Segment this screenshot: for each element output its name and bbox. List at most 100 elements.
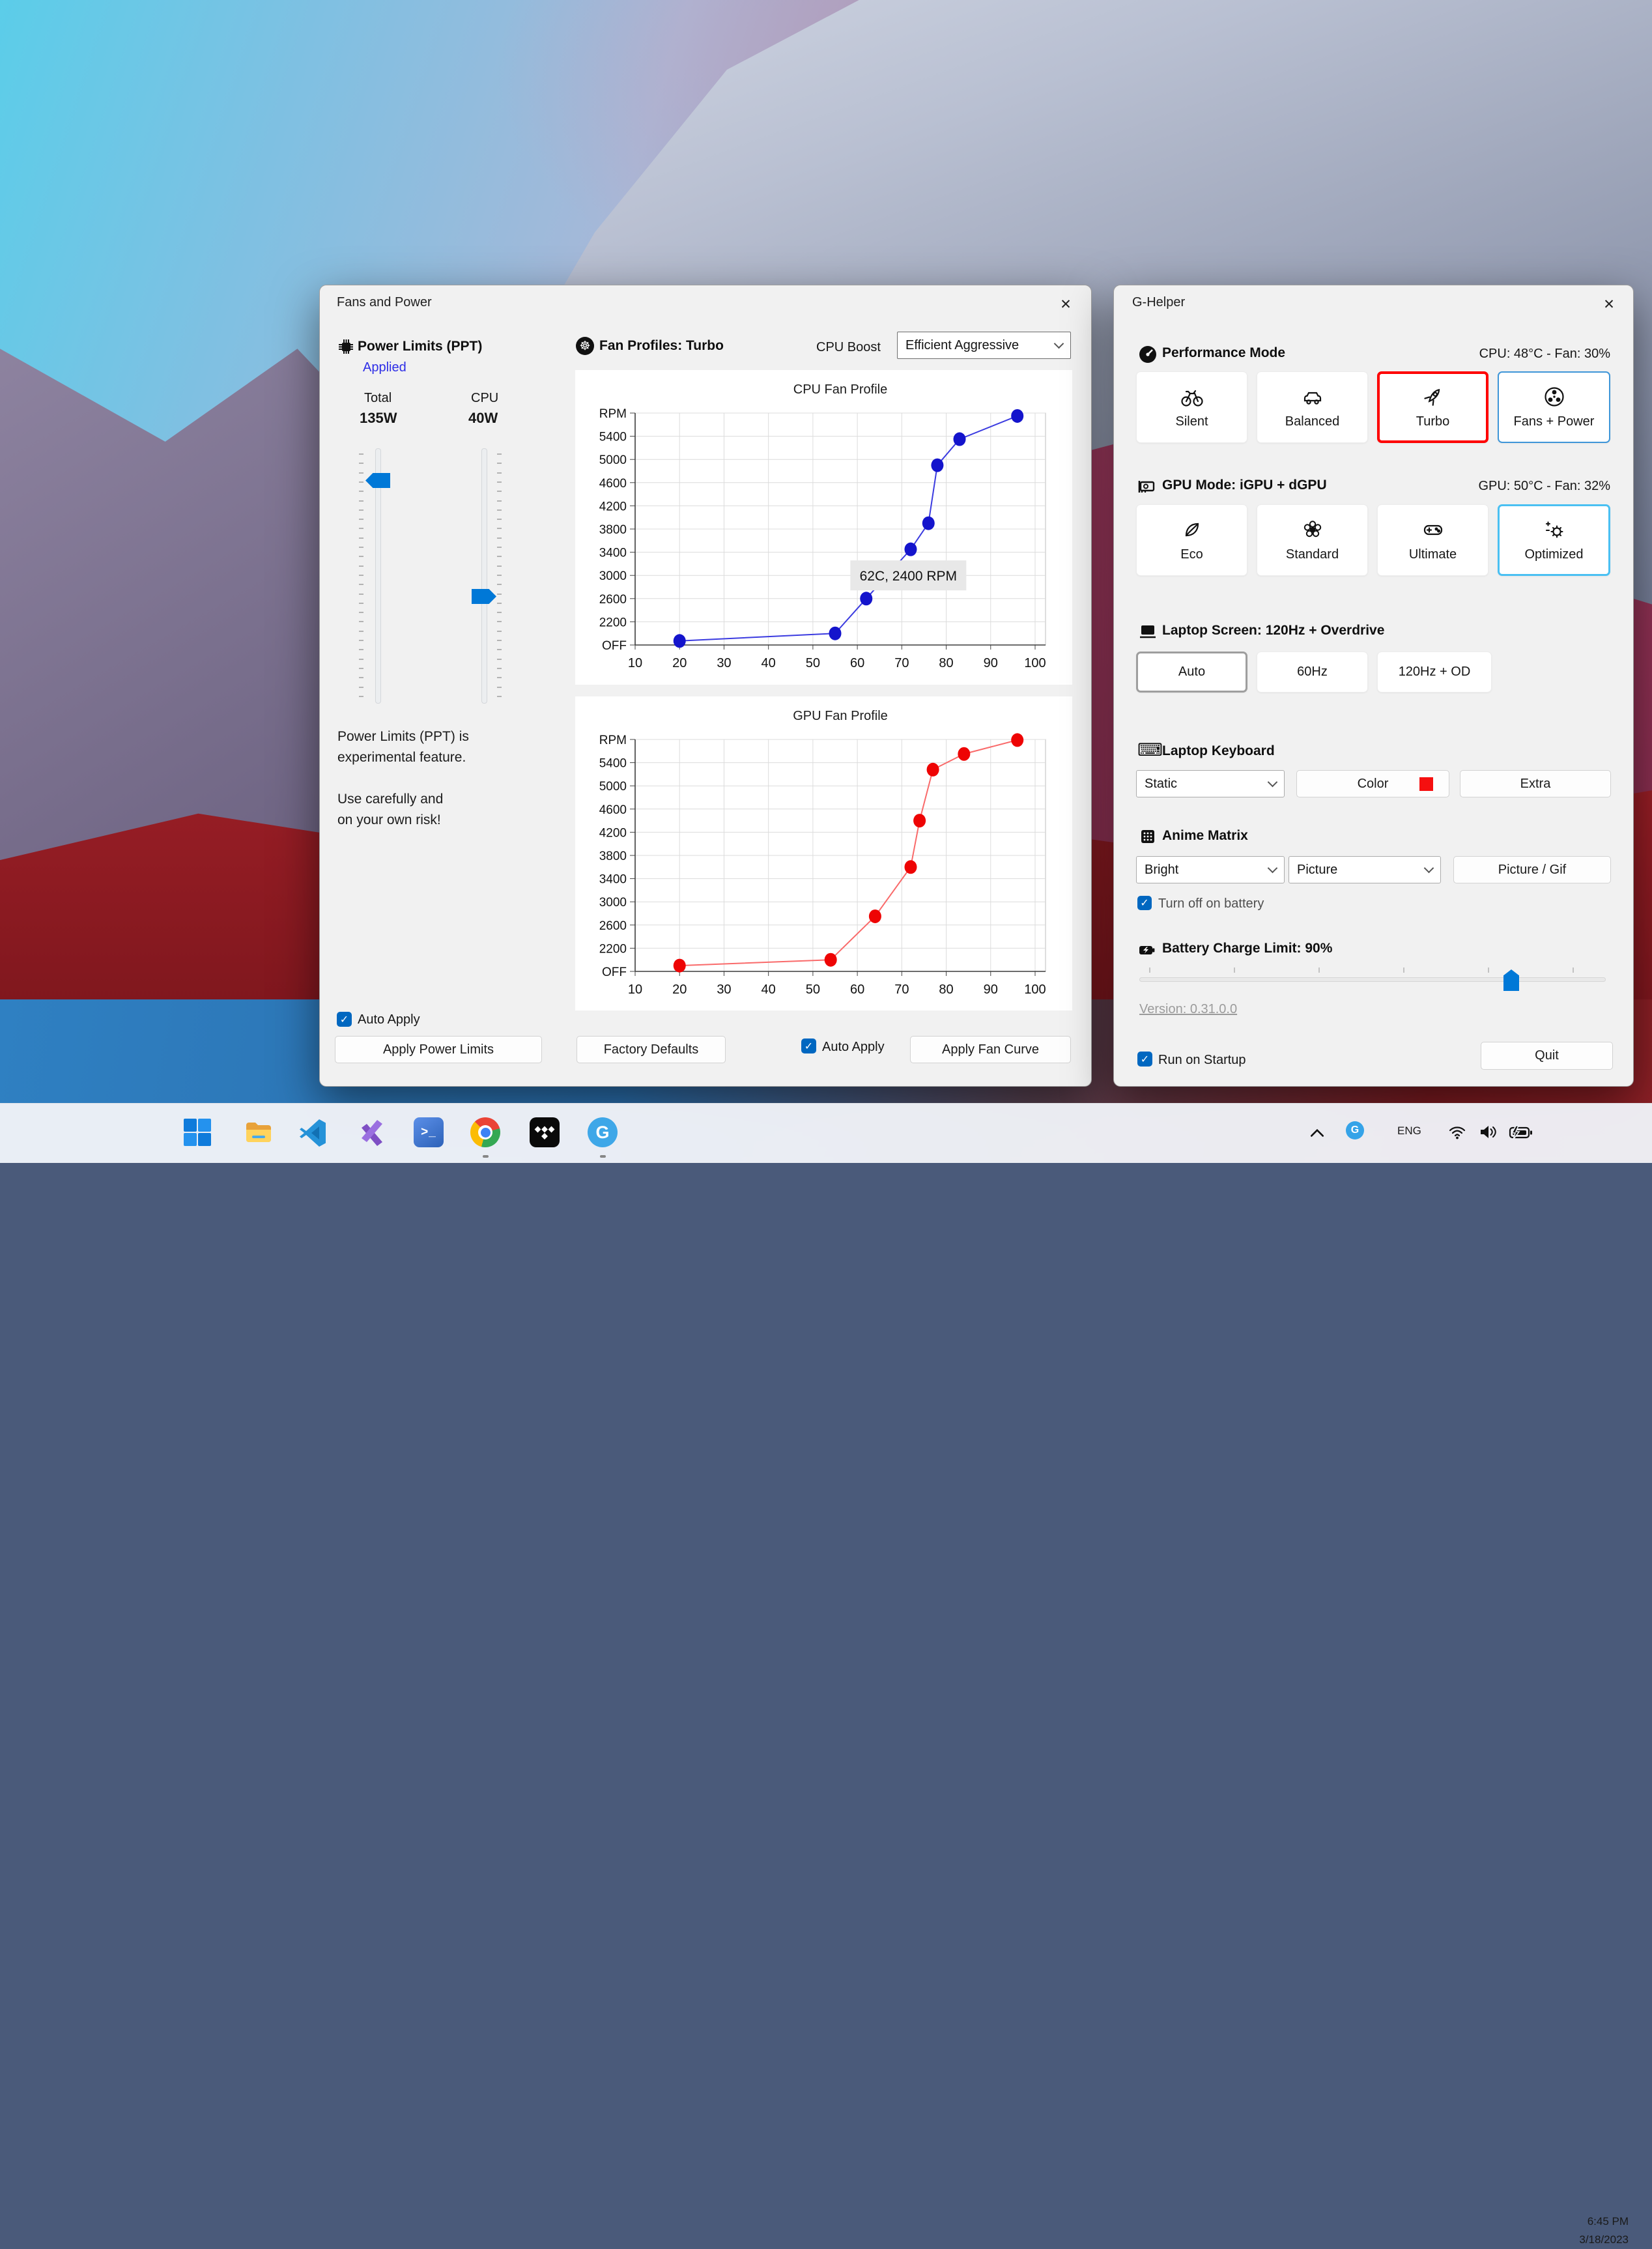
screen-auto-button[interactable]: Auto: [1136, 652, 1247, 693]
svg-text:62C, 2400 RPM: 62C, 2400 RPM: [860, 569, 957, 584]
svg-text:OFF: OFF: [602, 639, 627, 653]
screen-120hz-od-button[interactable]: 120Hz + OD: [1377, 652, 1492, 693]
version-link[interactable]: Version: 0.31.0.0: [1139, 1002, 1237, 1017]
perf-mode-turbo-button[interactable]: Turbo: [1377, 371, 1488, 443]
cpu-fan-chart[interactable]: 10 20 30 40 50 60 70 80 90 100 OFF 2200 2600 3000 3400…: [575, 370, 1072, 685]
anime-brightness-select[interactable]: Bright: [1136, 856, 1285, 883]
gpu-mode-eco-button[interactable]: Eco: [1136, 504, 1247, 576]
svg-text:5400: 5400: [599, 431, 627, 444]
window-title: G-Helper: [1132, 295, 1186, 309]
tray-chevron-up-icon[interactable]: [1309, 1127, 1325, 1138]
turn-off-on-battery-checkbox[interactable]: ✓: [1137, 896, 1152, 910]
total-label: Total: [364, 391, 392, 405]
start-button-icon[interactable]: [182, 1117, 212, 1147]
gpu-fan-chart[interactable]: 10 20 30 40 50 60 70 80 90 100 OFF 2200 2600 3000 3400…: [575, 696, 1072, 1010]
perf-mode-silent-button[interactable]: Silent: [1136, 371, 1247, 443]
ghelper-tray-icon[interactable]: G: [1346, 1121, 1364, 1139]
slider-tick: [497, 621, 502, 623]
quit-button[interactable]: Quit: [1481, 1042, 1613, 1070]
perf-mode-fans-power-button[interactable]: Fans + Power: [1498, 371, 1610, 443]
slider-tick: [497, 649, 502, 651]
battery-charging-icon[interactable]: [1509, 1125, 1533, 1141]
close-icon[interactable]: ✕: [1598, 293, 1620, 315]
svg-text:10: 10: [628, 656, 642, 670]
gpu-mode-header: GPU Mode: iGPU + dGPU: [1162, 478, 1327, 493]
laptop-screen-header: Laptop Screen: 120Hz + Overdrive: [1162, 623, 1385, 638]
total-slider-thumb[interactable]: [365, 473, 390, 488]
power-limits-status: Applied: [363, 360, 406, 375]
cpu-slider-track[interactable]: [481, 448, 487, 704]
svg-text:40: 40: [762, 656, 776, 670]
svg-text:100: 100: [1024, 656, 1046, 670]
slider-tick: [497, 695, 502, 697]
tidal-icon[interactable]: [530, 1117, 560, 1147]
run-on-startup-checkbox[interactable]: ✓: [1137, 1052, 1152, 1067]
keyboard-mode-select[interactable]: Static: [1136, 770, 1285, 797]
anime-mode-select[interactable]: Picture: [1289, 856, 1441, 883]
ghelper-icon[interactable]: G: [588, 1117, 618, 1147]
vscode-icon[interactable]: [298, 1117, 328, 1147]
volume-icon[interactable]: [1479, 1123, 1497, 1140]
leaf-icon: [1185, 523, 1199, 537]
apply-fan-curve-button[interactable]: Apply Fan Curve: [910, 1036, 1071, 1063]
tray-clock[interactable]: 6:45 PM 3/18/2023: [1537, 2213, 1629, 2249]
auto-apply-fan-checkbox[interactable]: ✓: [801, 1039, 816, 1053]
ppt-note-line2: experimental feature.: [337, 750, 466, 765]
wifi-icon[interactable]: [1447, 1123, 1467, 1140]
svg-text:40: 40: [762, 982, 776, 997]
gpu-mode-optimized-button[interactable]: Optimized: [1498, 504, 1610, 576]
slider-tick: [497, 472, 502, 474]
gpu-mode-ultimate-button[interactable]: Ultimate: [1377, 504, 1488, 576]
screen-60hz-button[interactable]: 60Hz: [1257, 652, 1368, 693]
slider-tick: [1318, 967, 1320, 973]
slider-tick: [359, 547, 363, 548]
cpu-temp-status: CPU: 48°C - Fan: 30%: [1479, 347, 1610, 361]
slider-tick: [359, 584, 363, 586]
chrome-icon[interactable]: [470, 1117, 500, 1147]
chevron-down-icon: [1267, 863, 1278, 874]
slider-tick: [497, 481, 502, 483]
svg-text:70: 70: [894, 656, 909, 670]
svg-text:4200: 4200: [599, 826, 627, 840]
perf-mode-balanced-button[interactable]: Balanced: [1257, 371, 1368, 443]
cpu-boost-select[interactable]: Efficient Aggressive: [897, 332, 1071, 359]
battery-limit-slider-track[interactable]: [1139, 977, 1606, 982]
svg-text:5400: 5400: [599, 757, 627, 771]
tray-date: 3/18/2023: [1579, 2233, 1629, 2246]
check-icon: ✓: [339, 1014, 349, 1025]
svg-text:60: 60: [850, 656, 864, 670]
visual-studio-icon[interactable]: [357, 1117, 387, 1147]
language-indicator[interactable]: ENG: [1397, 1124, 1421, 1138]
slider-tick: [359, 658, 363, 660]
keyboard-color-button[interactable]: Color: [1296, 770, 1449, 797]
keyboard-icon: ⌨: [1137, 740, 1163, 760]
slider-tick: [359, 593, 363, 595]
gpu-mode-standard-button[interactable]: Standard: [1257, 504, 1368, 576]
cpu-slider-thumb[interactable]: [472, 589, 496, 604]
cpu-value: 40W: [468, 410, 498, 426]
ghelper-running-indicator: [600, 1155, 606, 1158]
file-explorer-icon[interactable]: [244, 1117, 274, 1147]
powershell-icon[interactable]: >_: [414, 1117, 444, 1147]
slider-tick: [359, 621, 363, 623]
slider-tick: [497, 463, 502, 465]
fans-and-power-window: Fans and Power ✕ Power Limits (PPT) Appl…: [319, 285, 1092, 1087]
factory-defaults-button[interactable]: Factory Defaults: [577, 1036, 726, 1063]
battery-icon: [1139, 946, 1155, 954]
fan-icon: ☸: [576, 337, 594, 355]
picture-gif-button[interactable]: Picture / Gif: [1453, 856, 1611, 883]
battery-limit-slider-thumb[interactable]: [1503, 969, 1519, 991]
svg-text:3800: 3800: [599, 523, 627, 537]
slider-tick: [359, 453, 363, 455]
apply-power-limits-button[interactable]: Apply Power Limits: [335, 1036, 542, 1063]
slider-tick: [359, 509, 363, 511]
keyboard-extra-button[interactable]: Extra: [1460, 770, 1611, 797]
auto-apply-power-checkbox[interactable]: ✓: [337, 1012, 352, 1027]
slider-tick: [497, 602, 502, 604]
laptop-keyboard-header: Laptop Keyboard: [1162, 743, 1275, 758]
slider-tick: [359, 649, 363, 651]
close-icon[interactable]: ✕: [1055, 293, 1077, 315]
svg-text:5000: 5000: [599, 453, 627, 467]
svg-text:RPM: RPM: [599, 734, 627, 747]
svg-text:20: 20: [672, 982, 687, 997]
